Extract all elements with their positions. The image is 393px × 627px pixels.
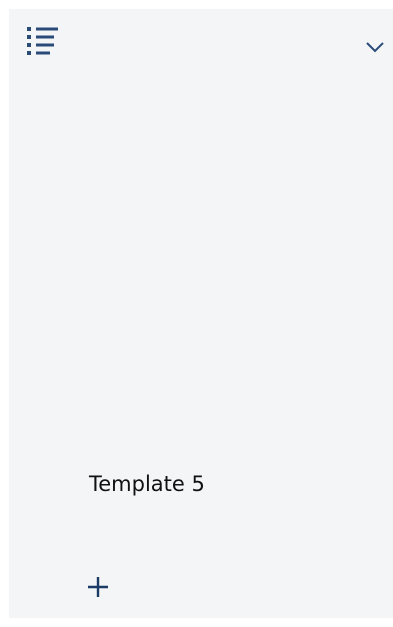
list-icon[interactable] (26, 25, 60, 59)
template-panel: Template 5 (9, 9, 393, 618)
add-template-button[interactable] (85, 574, 111, 600)
plus-icon (88, 577, 108, 597)
chevron-down-icon[interactable] (364, 39, 386, 53)
template-item-label[interactable]: Template 5 (89, 471, 205, 497)
